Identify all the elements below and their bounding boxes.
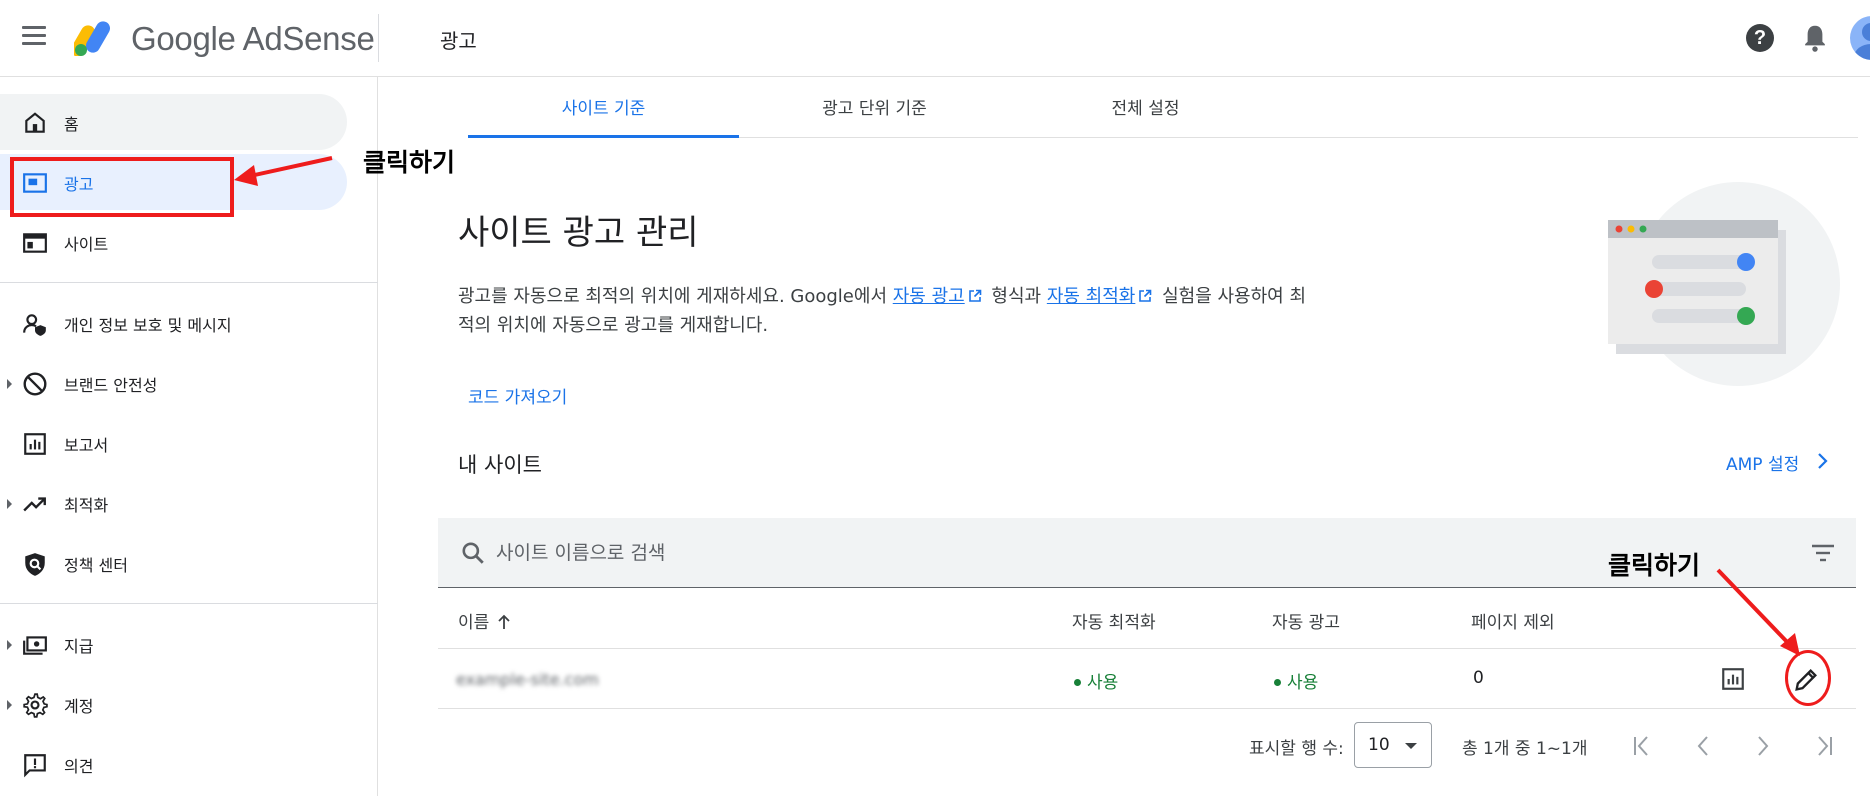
arrow-up-icon[interactable] xyxy=(497,614,511,630)
tab-global-settings[interactable]: 전체 설정 xyxy=(1010,78,1281,138)
adsense-logo[interactable] xyxy=(74,18,120,56)
description-text: 형식과 xyxy=(985,286,1047,307)
feedback-icon xyxy=(24,754,46,778)
auto-optimize-link[interactable]: 자동 최적화 xyxy=(1047,286,1136,307)
brand-name: Google AdSense xyxy=(131,20,375,57)
tab-bar: 사이트 기준 광고 단위 기준 전체 설정 xyxy=(468,78,1858,138)
sidebar-item-privacy[interactable]: 개인 정보 보호 및 메시지 xyxy=(0,295,347,351)
annotation-box xyxy=(10,157,234,217)
sidebar-item-feedback[interactable]: 의견 xyxy=(0,736,347,792)
sidebar-item-label: 정책 센터 xyxy=(64,556,128,575)
help-icon[interactable]: ? xyxy=(1746,24,1774,52)
sidebar-item-label: 개인 정보 보호 및 메시지 xyxy=(64,316,232,335)
page-title: 사이트 광고 관리 xyxy=(458,213,699,253)
avatar[interactable] xyxy=(1850,16,1870,60)
status-dot-icon xyxy=(1274,679,1281,686)
search-icon xyxy=(462,542,484,564)
home-icon xyxy=(25,112,45,133)
pagination-range: 총 1개 중 1~1개 xyxy=(1462,739,1588,759)
column-header-label: 이름 xyxy=(458,613,490,633)
expand-caret-icon[interactable] xyxy=(7,700,12,710)
sidebar-item-label: 브랜드 안전성 xyxy=(64,376,158,395)
annotation-circle xyxy=(1785,650,1831,706)
auto-ads-link[interactable]: 자동 광고 xyxy=(893,286,965,307)
open-in-new-icon xyxy=(968,289,982,302)
column-header-page-exclusions[interactable]: 페이지 제외 xyxy=(1471,608,1555,633)
expand-caret-icon[interactable] xyxy=(7,379,12,389)
prev-page-icon[interactable] xyxy=(1690,733,1716,759)
page-title: 광고 xyxy=(440,29,477,53)
annotation-label: 클릭하기 xyxy=(1608,551,1701,580)
status-dot-icon xyxy=(1074,679,1081,686)
top-app-bar: Google AdSense 광고 ? xyxy=(0,0,1870,77)
my-sites-heading: 내 사이트 xyxy=(458,453,542,477)
sidebar-item-label: 최적화 xyxy=(64,496,109,515)
sidebar-item-label: 사이트 xyxy=(64,235,109,254)
report-icon[interactable] xyxy=(1720,666,1746,692)
sidebar-item-label: 지급 xyxy=(64,637,94,656)
sidebar-item-reports[interactable]: 보고서 xyxy=(0,415,347,471)
search-input[interactable] xyxy=(496,536,1396,570)
expand-caret-icon[interactable] xyxy=(7,640,12,650)
filter-icon[interactable] xyxy=(1810,542,1836,564)
rows-per-page-select[interactable]: 10 xyxy=(1354,722,1432,768)
page-exclusions-cell: 0 xyxy=(1473,668,1484,688)
sidebar-divider xyxy=(0,603,378,604)
status-label: 사용 xyxy=(1087,673,1119,693)
auto-optimize-status: 사용 xyxy=(1074,668,1118,693)
rows-per-page-value: 10 xyxy=(1368,735,1390,755)
column-header-auto-ads[interactable]: 자동 광고 xyxy=(1272,608,1340,633)
sidebar-item-brand-safety[interactable]: 브랜드 안전성 xyxy=(0,355,347,411)
amp-settings-link[interactable]: AMP 설정 xyxy=(1726,450,1799,475)
site-name-cell[interactable]: example-site.com xyxy=(456,670,599,689)
sidebar-divider xyxy=(0,282,378,283)
table-divider xyxy=(438,648,1856,649)
first-page-icon[interactable] xyxy=(1630,733,1656,759)
sidebar-item-label: 홈 xyxy=(64,115,79,134)
privacy-icon xyxy=(23,314,46,336)
column-header-auto-optimize[interactable]: 자동 최적화 xyxy=(1072,608,1156,633)
rows-per-page-label: 표시할 행 수: xyxy=(1249,739,1344,759)
block-icon xyxy=(23,372,47,396)
sidebar-item-label: 의견 xyxy=(64,757,94,776)
sidebar-item-label: 계정 xyxy=(64,697,94,716)
auto-ads-status: 사용 xyxy=(1274,668,1318,693)
topbar-divider xyxy=(378,14,379,62)
payments-icon xyxy=(23,636,47,655)
sidebar-item-label: 보고서 xyxy=(64,436,109,455)
description: 광고를 자동으로 최적의 위치에 게재하세요. Google에서 자동 광고 형… xyxy=(458,282,1318,340)
notifications-icon[interactable] xyxy=(1800,22,1830,54)
annotation-label: 클릭하기 xyxy=(363,148,456,177)
chevron-right-icon[interactable] xyxy=(1816,451,1830,471)
policy-shield-icon xyxy=(25,553,45,576)
get-code-button[interactable]: 코드 가져오기 xyxy=(456,375,579,416)
status-label: 사용 xyxy=(1287,673,1319,693)
sidebar-item-sites[interactable]: 사이트 xyxy=(0,214,347,270)
dropdown-arrow-icon xyxy=(1405,743,1417,749)
sidebar-item-optimization[interactable]: 최적화 xyxy=(0,475,347,531)
table-divider xyxy=(438,708,1856,709)
next-page-icon[interactable] xyxy=(1750,733,1776,759)
open-in-new-icon xyxy=(1139,289,1152,302)
expand-caret-icon[interactable] xyxy=(7,499,12,509)
settings-icon xyxy=(23,693,48,718)
sites-icon xyxy=(23,233,47,253)
sidebar-item-home[interactable]: 홈 xyxy=(0,94,347,150)
trending-up-icon xyxy=(23,497,46,512)
tab-by-site[interactable]: 사이트 기준 xyxy=(468,78,739,138)
sidebar-item-policy-center[interactable]: 정책 센터 xyxy=(0,535,347,591)
last-page-icon[interactable] xyxy=(1810,733,1836,759)
menu-icon[interactable] xyxy=(22,26,48,48)
reports-icon xyxy=(24,433,46,455)
column-header-name[interactable]: 이름 xyxy=(458,608,511,633)
description-text: 광고를 자동으로 최적의 위치에 게재하세요. Google에서 xyxy=(458,286,893,307)
sidebar-item-account[interactable]: 계정 xyxy=(0,676,347,732)
ads-illustration xyxy=(1608,182,1840,386)
tab-by-ad-unit[interactable]: 광고 단위 기준 xyxy=(739,78,1010,138)
sidebar-item-payments[interactable]: 지급 xyxy=(0,616,347,672)
